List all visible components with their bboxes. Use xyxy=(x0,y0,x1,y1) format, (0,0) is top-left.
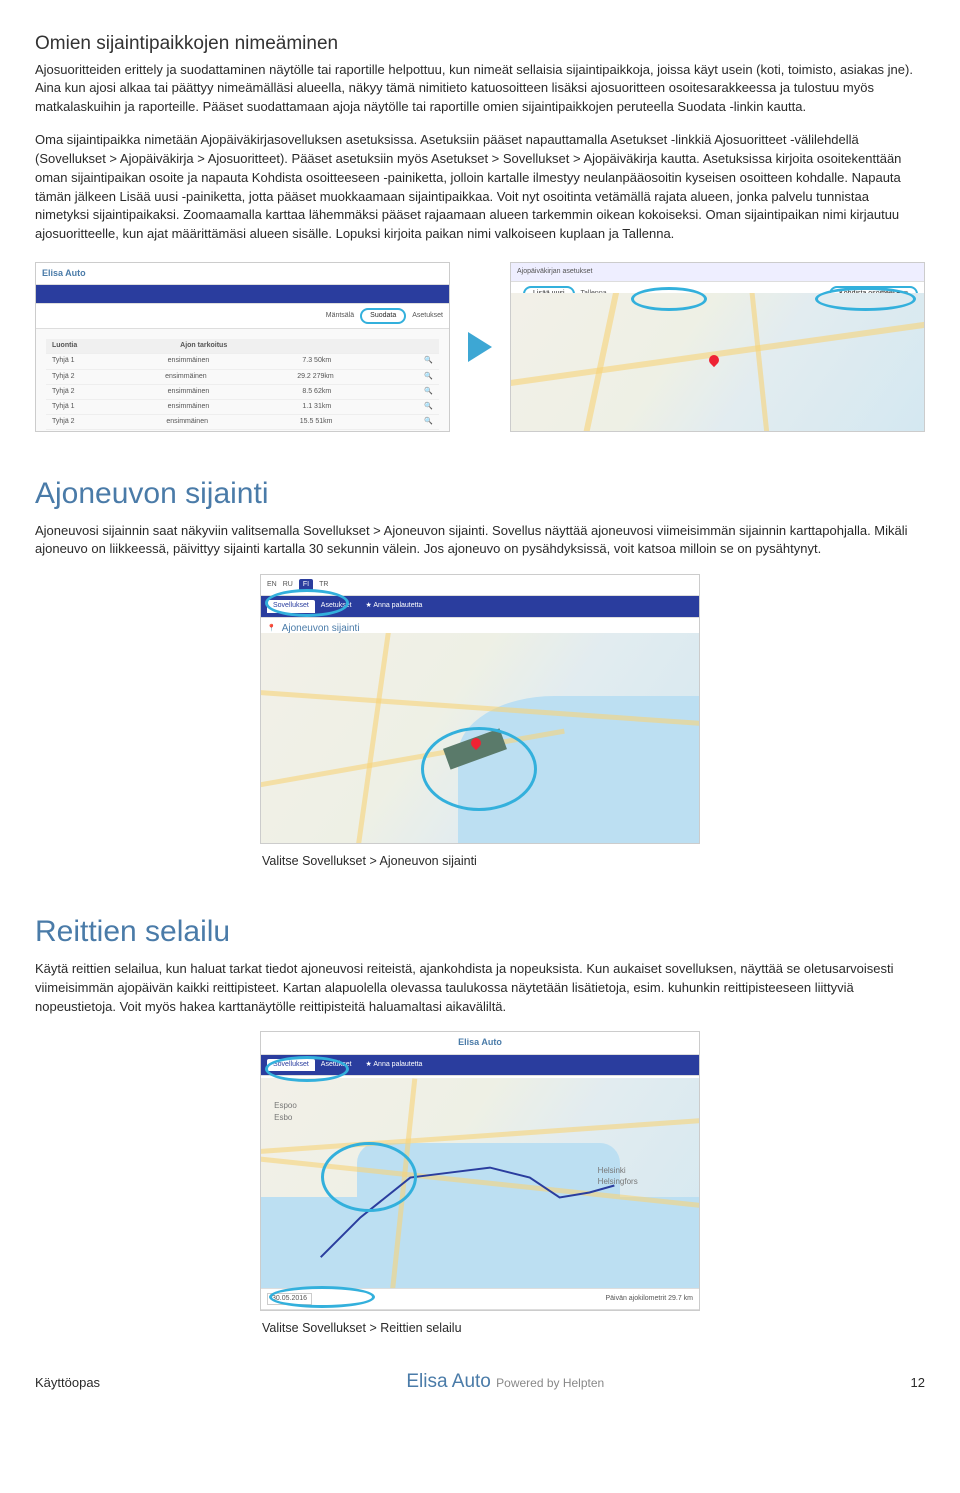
fig3-brand: Elisa Auto xyxy=(458,1036,502,1049)
figure-row-1: Elisa Auto Mäntsälä Suodata Asetukset Lu… xyxy=(35,262,925,432)
arrow-right-icon xyxy=(468,332,492,362)
table-row: Tyhjä 2ensimmäinen29.2 279km🔍 xyxy=(46,370,439,385)
figure2: EN RU FI TR Sovellukset Asetukset ★ Anna… xyxy=(260,574,700,844)
fig1-left-filter-btn[interactable]: Suodata xyxy=(360,308,406,324)
table-row: Tyhjä 1ensimmäinen1.1 31km🔍 xyxy=(46,400,439,415)
feedback-link[interactable]: ★ Anna palautetta xyxy=(366,601,423,611)
section3-title: Reittien selailu xyxy=(35,910,925,954)
section3-para1: Käytä reittien selailua, kun haluat tark… xyxy=(35,960,925,1017)
highlight-oval xyxy=(421,727,537,811)
table-row: Tyhjä 1ensimmäinen7.3 50km🔍 xyxy=(46,354,439,369)
table-row: Tyhjä 1ensimmäinen2.19 18km🔍 xyxy=(46,430,439,432)
table-row: Tyhjä 2ensimmäinen8.5 62km🔍 xyxy=(46,385,439,400)
section1-para2: Oma sijaintipaikka nimetään Ajopäiväkirj… xyxy=(35,131,925,244)
lang-en[interactable]: EN xyxy=(267,580,277,590)
footer-center: Elisa Auto Powered by Helpten xyxy=(406,1368,604,1396)
fig3-dist: Päivän ajokilometrit 29.7 km xyxy=(605,1294,693,1304)
figure1-left: Elisa Auto Mäntsälä Suodata Asetukset Lu… xyxy=(35,262,450,432)
fig1-left-table: Luontia Ajon tarkoitus Tyhjä 1ensimmäine… xyxy=(36,329,449,432)
footer-left: Käyttöopas xyxy=(35,1374,100,1393)
figure1-right: Ajopäiväkirjan asetukset Lisää uusi Tall… xyxy=(510,262,925,432)
feedback-link[interactable]: ★ Anna palautetta xyxy=(366,1060,423,1070)
page-number: 12 xyxy=(911,1374,925,1393)
section1-para1: Ajosuoritteiden erittely ja suodattamine… xyxy=(35,61,925,118)
section2-para1: Ajoneuvosi sijainnin saat näkyviin valit… xyxy=(35,522,925,560)
fig1-right-title: Ajopäiväkirjan asetukset xyxy=(517,267,593,277)
highlight-oval xyxy=(631,287,707,311)
figure2-caption: Valitse Sovellukset > Ajoneuvon sijainti xyxy=(258,852,702,870)
figure3: Elisa Auto Sovellukset Asetukset ★ Anna … xyxy=(260,1031,700,1311)
figure3-caption: Valitse Sovellukset > Reittien selailu xyxy=(258,1319,702,1337)
section2-title: Ajoneuvon sijainti xyxy=(35,472,925,516)
section1-title: Omien sijaintipaikkojen nimeäminen xyxy=(35,30,925,58)
highlight-oval xyxy=(321,1142,417,1212)
fig1-left-brand: Elisa Auto xyxy=(42,267,86,280)
fig1-right-map[interactable] xyxy=(511,293,924,431)
highlight-oval xyxy=(815,287,916,311)
table-row: Tyhjä 2ensimmäinen15.5 51km🔍 xyxy=(46,415,439,430)
page-footer: Käyttöopas Elisa Auto Powered by Helpten… xyxy=(35,1368,925,1396)
